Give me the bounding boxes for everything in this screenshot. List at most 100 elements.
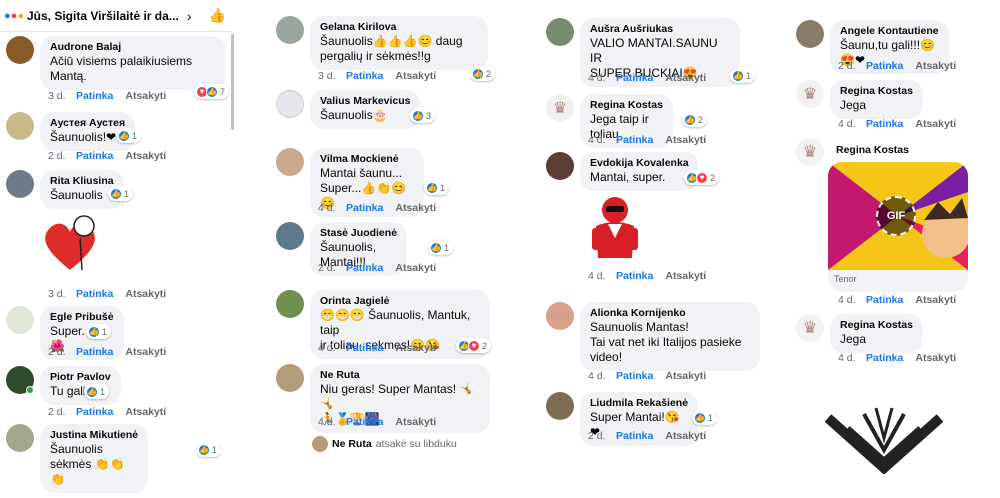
reaction-summary[interactable]: 👍 1 [86, 324, 112, 339]
comment-author[interactable]: Gelana Kirilova [320, 21, 478, 34]
like-button[interactable]: Patinka [76, 150, 113, 162]
reaction-summary[interactable]: 👍 ♥ 2 [684, 170, 720, 185]
avatar[interactable] [796, 20, 824, 48]
reaction-summary[interactable]: 👍 3 [410, 108, 436, 123]
comment-author[interactable]: Stasė Juodienė [320, 227, 397, 240]
avatar[interactable] [546, 392, 574, 420]
comment-author[interactable]: Angele Kontautiene [840, 25, 939, 38]
avatar[interactable] [276, 222, 304, 250]
like-button[interactable]: Patinka [346, 262, 383, 274]
comment-author[interactable]: Egle Pribušė [50, 311, 114, 324]
comment-author[interactable]: Valius Markevicus [320, 95, 410, 108]
reply-button[interactable]: Atsakyti [665, 134, 706, 146]
comment-author[interactable]: Justina Mikutienė [50, 429, 138, 442]
reply-button[interactable]: Atsakyti [915, 60, 956, 72]
reply-button[interactable]: Atsakyti [915, 352, 956, 364]
reaction-summary[interactable]: 👍 2 [682, 112, 708, 127]
conversation-header[interactable]: ●●● Jūs, Sigita Viršilaitė ir da... › 👍 [0, 0, 232, 32]
reply-button[interactable]: Atsakyti [125, 150, 166, 162]
avatar[interactable] [546, 18, 574, 46]
comment-author[interactable]: Vilma Mockienė [320, 153, 414, 166]
comment-author[interactable]: Alionka Kornijenko [590, 307, 750, 320]
reaction-summary[interactable]: ♥ 👍 7 [194, 84, 230, 99]
avatar[interactable] [6, 36, 34, 64]
comment-author[interactable]: Regina Kostas [840, 319, 913, 332]
avatar[interactable] [6, 112, 34, 140]
comment-author[interactable]: Orinta Jagielė [320, 295, 480, 308]
avatar[interactable] [6, 306, 34, 334]
comment-author[interactable]: Audrone Balaj [50, 41, 216, 54]
reply-summary[interactable]: Ne Ruta atsakė su libduku [312, 436, 457, 452]
reaction-summary[interactable]: 👍 2 [470, 66, 496, 81]
reply-button[interactable]: Atsakyti [395, 416, 436, 428]
reaction-summary[interactable]: 👍 1 [84, 384, 110, 399]
reaction-summary[interactable]: 👍 1 [116, 128, 142, 143]
comment-author[interactable]: Rita Kliusina [50, 175, 114, 188]
like-button[interactable]: Patinka [616, 134, 653, 146]
reaction-summary[interactable]: 👍 1 [730, 68, 756, 83]
comment-author[interactable]: Regina Kostas [840, 85, 913, 98]
gif-attachment[interactable]: GIF Tenor [828, 162, 968, 292]
thumbs-up-icon[interactable]: 👍 [209, 7, 226, 24]
reply-button[interactable]: Atsakyti [395, 342, 436, 354]
reply-button[interactable]: Atsakyti [395, 262, 436, 274]
like-button[interactable]: Patinka [76, 406, 113, 418]
like-button[interactable]: Patinka [346, 202, 383, 214]
reply-button[interactable]: Atsakyti [395, 70, 436, 82]
avatar[interactable] [276, 290, 304, 318]
reply-button[interactable]: Atsakyti [125, 288, 166, 300]
comment-author[interactable]: Аустея Аустея [50, 117, 125, 130]
chevron-right-icon[interactable]: › [187, 8, 192, 24]
reply-button[interactable]: Atsakyti [395, 202, 436, 214]
avatar[interactable]: ♛ [796, 80, 824, 108]
avatar[interactable]: ♛ [546, 94, 574, 122]
like-button[interactable]: Patinka [616, 430, 653, 442]
reaction-summary[interactable]: 👍 1 [692, 410, 718, 425]
avatar[interactable] [546, 152, 574, 180]
comment-author[interactable]: Regina Kostas [590, 99, 663, 112]
avatar[interactable]: ♛ [796, 138, 824, 166]
reaction-summary[interactable]: 👍 1 [424, 180, 450, 195]
like-button[interactable]: Patinka [616, 370, 653, 382]
avatar[interactable]: ♛ [796, 314, 824, 342]
like-button[interactable]: Patinka [866, 118, 903, 130]
avatar[interactable] [546, 302, 574, 330]
like-button[interactable]: Patinka [866, 60, 903, 72]
avatar[interactable] [276, 90, 304, 118]
like-button[interactable]: Patinka [866, 294, 903, 306]
reaction-summary[interactable]: 👍 ♥ 2 [456, 338, 492, 353]
reaction-summary[interactable]: 👍 1 [108, 186, 134, 201]
comment-author[interactable]: Liudmila Rekašienė [590, 397, 688, 410]
comment-author[interactable]: Piotr Pavlov [50, 371, 111, 384]
gif-badge[interactable]: GIF [876, 196, 916, 236]
like-button[interactable]: Patinka [866, 352, 903, 364]
comment-author[interactable]: Evdokija Kovalenka [590, 157, 689, 170]
reply-button[interactable]: Atsakyti [665, 72, 706, 84]
reply-button[interactable]: Atsakyti [665, 430, 706, 442]
reaction-summary[interactable]: 👍 1 [428, 240, 454, 255]
reply-button[interactable]: Atsakyti [665, 370, 706, 382]
reply-button[interactable]: Atsakyti [915, 294, 956, 306]
avatar[interactable] [6, 170, 34, 198]
comment-author[interactable]: Regina Kostas [836, 144, 909, 157]
comment-author[interactable]: Ne Ruta [320, 369, 480, 382]
reply-button[interactable]: Atsakyti [915, 118, 956, 130]
avatar[interactable] [276, 148, 304, 176]
reply-button[interactable]: Atsakyti [125, 406, 166, 418]
like-button[interactable]: Patinka [76, 288, 113, 300]
scrollbar[interactable] [231, 34, 234, 130]
reply-button[interactable]: Atsakyti [125, 346, 166, 358]
reply-button[interactable]: Atsakyti [665, 270, 706, 282]
like-button[interactable]: Patinka [616, 72, 653, 84]
like-button[interactable]: Patinka [76, 90, 113, 102]
like-button[interactable]: Patinka [346, 416, 383, 428]
like-button[interactable]: Patinka [616, 270, 653, 282]
avatar[interactable] [6, 424, 34, 452]
reply-button[interactable]: Atsakyti [125, 90, 166, 102]
like-button[interactable]: Patinka [76, 346, 113, 358]
comment-author[interactable]: Aušra Aušriukas [590, 23, 730, 36]
like-button[interactable]: Patinka [346, 70, 383, 82]
like-button[interactable]: Patinka [346, 342, 383, 354]
avatar[interactable] [276, 364, 304, 392]
reaction-summary[interactable]: 👍 1 [196, 442, 222, 457]
